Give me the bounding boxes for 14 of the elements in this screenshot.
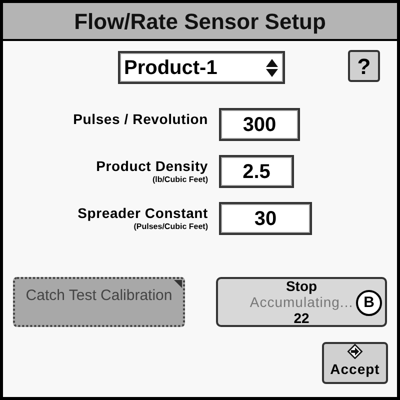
field-label: Product Density xyxy=(96,157,208,175)
product-dropdown[interactable]: Product-1 xyxy=(118,51,285,84)
window-title: Flow/Rate Sensor Setup xyxy=(74,8,326,36)
help-button[interactable]: ? xyxy=(348,50,380,82)
accept-button[interactable]: Accept xyxy=(322,342,388,384)
input-field[interactable]: 2.5 xyxy=(219,155,294,188)
unit-label: (Pulses/Cubic Feet) xyxy=(134,222,208,232)
field-label: Pulses / Revolution xyxy=(73,110,208,128)
field-label: Spreader Constant xyxy=(78,204,208,222)
corner-triangle-icon xyxy=(174,280,182,288)
unit-label: (lb/Cubic Feet) xyxy=(152,175,208,185)
input-field[interactable]: 30 xyxy=(219,202,312,235)
up-down-arrows-icon xyxy=(265,58,279,78)
input-field[interactable]: 300 xyxy=(219,108,300,141)
